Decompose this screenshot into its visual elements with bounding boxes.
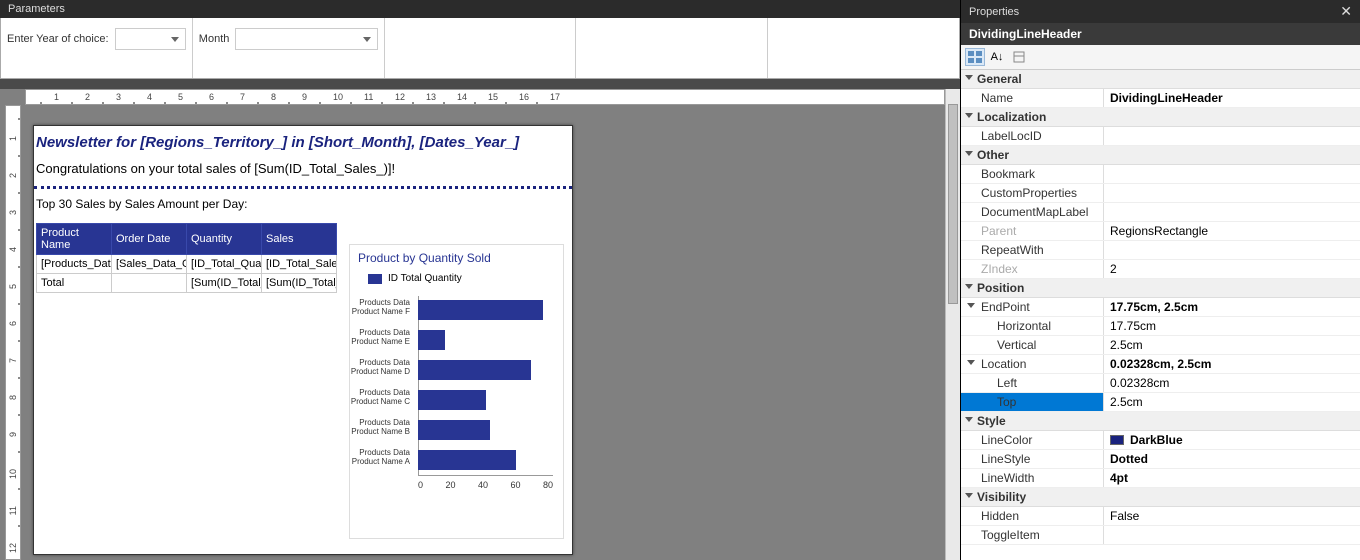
param-cell-empty2	[576, 18, 768, 78]
chart-grid	[418, 296, 553, 476]
close-icon[interactable]: ✕	[1340, 3, 1352, 20]
chart-category-label: Products Data Product Name A	[350, 448, 410, 466]
chart-bar	[418, 360, 531, 380]
properties-header: Properties ✕	[961, 0, 1360, 23]
param-year-label: Enter Year of choice:	[7, 33, 109, 45]
property-row[interactable]: HiddenFalse	[961, 507, 1360, 526]
report-title[interactable]: Newsletter for [Regions_Territory_] in […	[34, 126, 572, 157]
property-row[interactable]: LineWidth4pt	[961, 469, 1360, 488]
property-category[interactable]: Localization	[961, 108, 1360, 127]
table-header[interactable]: Product Name	[37, 224, 112, 255]
chart-bar	[418, 450, 516, 470]
sales-table[interactable]: Product NameOrder DateQuantitySales [Pro…	[36, 223, 337, 293]
chart-legend: ID Total Quantity	[350, 271, 563, 296]
param-month-label: Month	[199, 33, 230, 45]
property-row[interactable]: CustomProperties	[961, 184, 1360, 203]
property-row[interactable]: LabelLocID	[961, 127, 1360, 146]
chart-legend-label: ID Total Quantity	[388, 273, 462, 284]
quantity-chart[interactable]: Product by Quantity Sold ID Total Quanti…	[349, 244, 564, 539]
chart-title: Product by Quantity Sold	[350, 245, 563, 271]
table-row[interactable]: [Products_Data_[Sales_Data_Ord[ID_Total_…	[37, 255, 337, 274]
parameters-body: Enter Year of choice: Month	[0, 18, 960, 79]
report-page[interactable]: Newsletter for [Regions_Territory_] in […	[33, 125, 573, 555]
param-cell-empty3	[768, 18, 959, 78]
property-category[interactable]: General	[961, 70, 1360, 89]
table-header[interactable]: Order Date	[112, 224, 187, 255]
ruler-vertical: 1234567891011121314	[5, 105, 21, 560]
property-grid[interactable]: GeneralNameDividingLineHeaderLocalizatio…	[961, 70, 1360, 560]
dividing-line-header[interactable]	[34, 186, 572, 189]
chart-category-label: Products Data Product Name D	[350, 358, 410, 376]
property-row[interactable]: LineStyleDotted	[961, 450, 1360, 469]
param-cell-year: Enter Year of choice:	[1, 18, 193, 78]
property-object-selector[interactable]: DividingLineHeader	[961, 23, 1360, 45]
property-row[interactable]: NameDividingLineHeader	[961, 89, 1360, 108]
property-category[interactable]: Other	[961, 146, 1360, 165]
property-category[interactable]: Style	[961, 412, 1360, 431]
property-row[interactable]: RepeatWith	[961, 241, 1360, 260]
legend-swatch-icon	[368, 274, 382, 284]
property-row[interactable]: ToggleItem	[961, 526, 1360, 545]
property-row[interactable]: DocumentMapLabel	[961, 203, 1360, 222]
categorized-icon[interactable]	[965, 48, 985, 66]
property-row[interactable]: Left0.02328cm	[961, 374, 1360, 393]
chart-category-label: Products Data Product Name C	[350, 388, 410, 406]
chart-bar	[418, 300, 543, 320]
chart-bar	[418, 390, 486, 410]
table-header[interactable]: Quantity	[187, 224, 262, 255]
properties-title: Properties	[969, 6, 1019, 18]
report-subtitle[interactable]: Top 30 Sales by Sales Amount per Day:	[34, 191, 572, 221]
property-row[interactable]: Horizontal17.75cm	[961, 317, 1360, 336]
chart-bar	[418, 330, 445, 350]
property-row[interactable]: ZIndex2	[961, 260, 1360, 279]
param-month-select[interactable]	[235, 28, 377, 50]
param-cell-month: Month	[193, 18, 385, 78]
scrollbar-thumb[interactable]	[948, 104, 958, 304]
parameters-header: Parameters	[0, 0, 960, 18]
table-row[interactable]: Total[Sum(ID_Total_C[Sum(ID_Total_	[37, 274, 337, 293]
property-row[interactable]: Top2.5cm	[961, 393, 1360, 412]
property-toolbar: A↓	[961, 45, 1360, 70]
scrollbar-vertical[interactable]	[945, 89, 960, 560]
property-category[interactable]: Position	[961, 279, 1360, 298]
table-header[interactable]: Sales	[262, 224, 337, 255]
chart-bar	[418, 420, 490, 440]
property-row[interactable]: ParentRegionsRectangle	[961, 222, 1360, 241]
property-pages-icon[interactable]	[1009, 48, 1029, 66]
property-row[interactable]: Location0.02328cm, 2.5cm	[961, 355, 1360, 374]
property-row[interactable]: Bookmark	[961, 165, 1360, 184]
report-congrats[interactable]: Congratulations on your total sales of […	[34, 157, 572, 184]
chart-category-label: Products Data Product Name F	[350, 298, 410, 316]
chart-category-label: Products Data Product Name B	[350, 418, 410, 436]
property-row[interactable]: Vertical2.5cm	[961, 336, 1360, 355]
chart-category-label: Products Data Product Name E	[350, 328, 410, 346]
ruler-horizontal: 1234567891011121314151617	[25, 89, 945, 105]
param-year-select[interactable]	[115, 28, 186, 50]
property-row[interactable]: EndPoint17.75cm, 2.5cm	[961, 298, 1360, 317]
design-surface[interactable]: 1234567891011121314151617 12345678910111…	[0, 89, 960, 560]
alphabetical-icon[interactable]: A↓	[987, 48, 1007, 66]
property-row[interactable]: LineColorDarkBlue	[961, 431, 1360, 450]
property-category[interactable]: Visibility	[961, 488, 1360, 507]
param-cell-empty1	[385, 18, 577, 78]
parameters-title: Parameters	[8, 3, 65, 15]
chart-xaxis: 020406080	[418, 480, 553, 490]
